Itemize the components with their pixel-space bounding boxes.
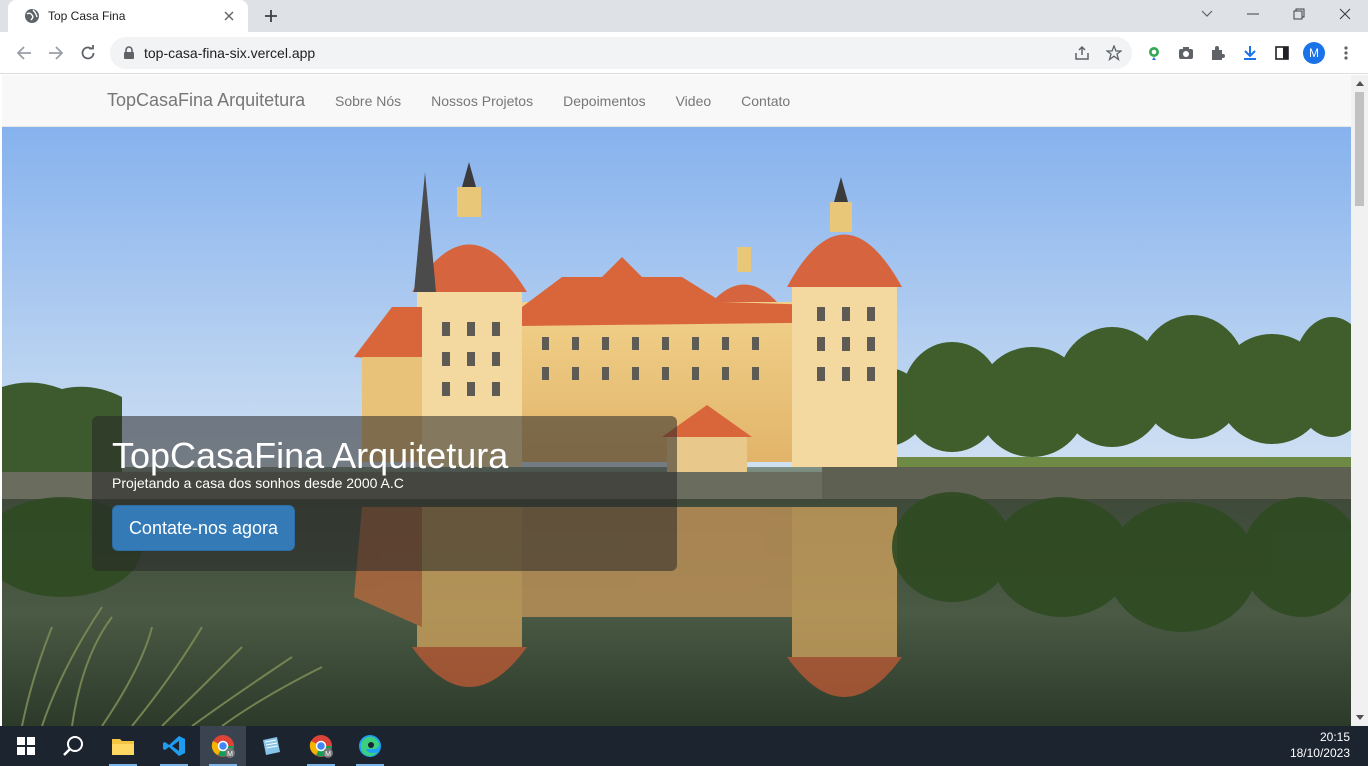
tab-search-chevron-icon[interactable] [1184,0,1230,28]
file-explorer-icon[interactable] [100,726,146,766]
hero-section: TopCasaFina Arquitetura Projetando a cas… [2,127,1351,726]
site-navbar: TopCasaFina Arquitetura Sobre Nós Nossos… [2,75,1351,127]
new-tab-icon[interactable] [260,5,282,27]
forward-arrow-icon[interactable] [44,41,68,65]
nav-link-nossos-projetos[interactable]: Nossos Projetos [416,75,548,127]
svg-text:M: M [325,751,331,758]
browser-tab[interactable]: Top Casa Fina [8,0,248,32]
back-arrow-icon[interactable] [12,41,36,65]
chrome-profile-m-icon[interactable]: M [200,726,246,766]
restore-icon[interactable] [1276,0,1322,28]
clock-time: 20:15 [1319,730,1350,744]
close-window-icon[interactable] [1322,0,1368,28]
close-tab-icon[interactable] [220,7,238,25]
browser-toolbar: top-casa-fina-six.vercel.app M [0,32,1368,74]
extensions-puzzle-icon[interactable] [1206,41,1230,65]
chrome-second-profile-icon[interactable]: M [298,726,344,766]
page-scrollbar[interactable] [1351,75,1368,726]
more-menu-icon[interactable] [1334,41,1358,65]
camera-icon[interactable] [1174,41,1198,65]
share-icon[interactable] [1070,41,1094,65]
nav-link-sobre-nos[interactable]: Sobre Nós [320,75,416,127]
navbar-links: Sobre Nós Nossos Projetos Depoimentos Vi… [320,75,805,127]
hero-title: TopCasaFina Arquitetura [112,435,509,476]
minimize-icon[interactable] [1230,0,1276,28]
scroll-down-arrow-icon[interactable] [1355,713,1364,722]
scroll-thumb[interactable] [1355,92,1364,206]
hero-caption-box: TopCasaFina Arquitetura Projetando a cas… [92,416,677,571]
windows-taskbar: M M 20:15 18/10/2023 [0,726,1368,766]
windows-start-icon[interactable] [3,726,49,766]
navbar-brand[interactable]: TopCasaFina Arquitetura [107,90,305,111]
url-text: top-casa-fina-six.vercel.app [144,45,316,61]
tab-strip: Top Casa Fina [0,0,1368,32]
system-clock[interactable]: 20:15 18/10/2023 [1290,729,1350,761]
globe-icon [25,9,39,23]
download-icon[interactable] [1238,41,1262,65]
svg-text:M: M [227,751,233,758]
address-bar[interactable]: top-casa-fina-six.vercel.app [110,37,1132,69]
reload-icon[interactable] [76,41,100,65]
vscode-icon[interactable] [151,726,197,766]
nav-link-depoimentos[interactable]: Depoimentos [548,75,661,127]
side-panel-icon[interactable] [1270,41,1294,65]
profile-avatar[interactable]: M [1303,42,1325,64]
nav-link-contato[interactable]: Contato [726,75,805,127]
hero-subtitle: Projetando a casa dos sonhos desde 2000 … [112,475,404,491]
nav-link-video[interactable]: Video [661,75,727,127]
scroll-up-arrow-icon[interactable] [1355,79,1364,88]
contact-now-button[interactable]: Contate-nos agora [112,505,295,551]
edge-icon[interactable] [347,726,393,766]
lock-icon [124,46,134,59]
clock-date: 18/10/2023 [1289,746,1350,760]
search-icon[interactable] [51,726,97,766]
tab-title: Top Casa Fina [48,9,126,23]
extension-pin-icon[interactable] [1142,41,1166,65]
bookmark-star-icon[interactable] [1102,41,1126,65]
notepad-icon[interactable] [248,726,294,766]
page-viewport: TopCasaFina Arquitetura Sobre Nós Nossos… [2,75,1351,726]
